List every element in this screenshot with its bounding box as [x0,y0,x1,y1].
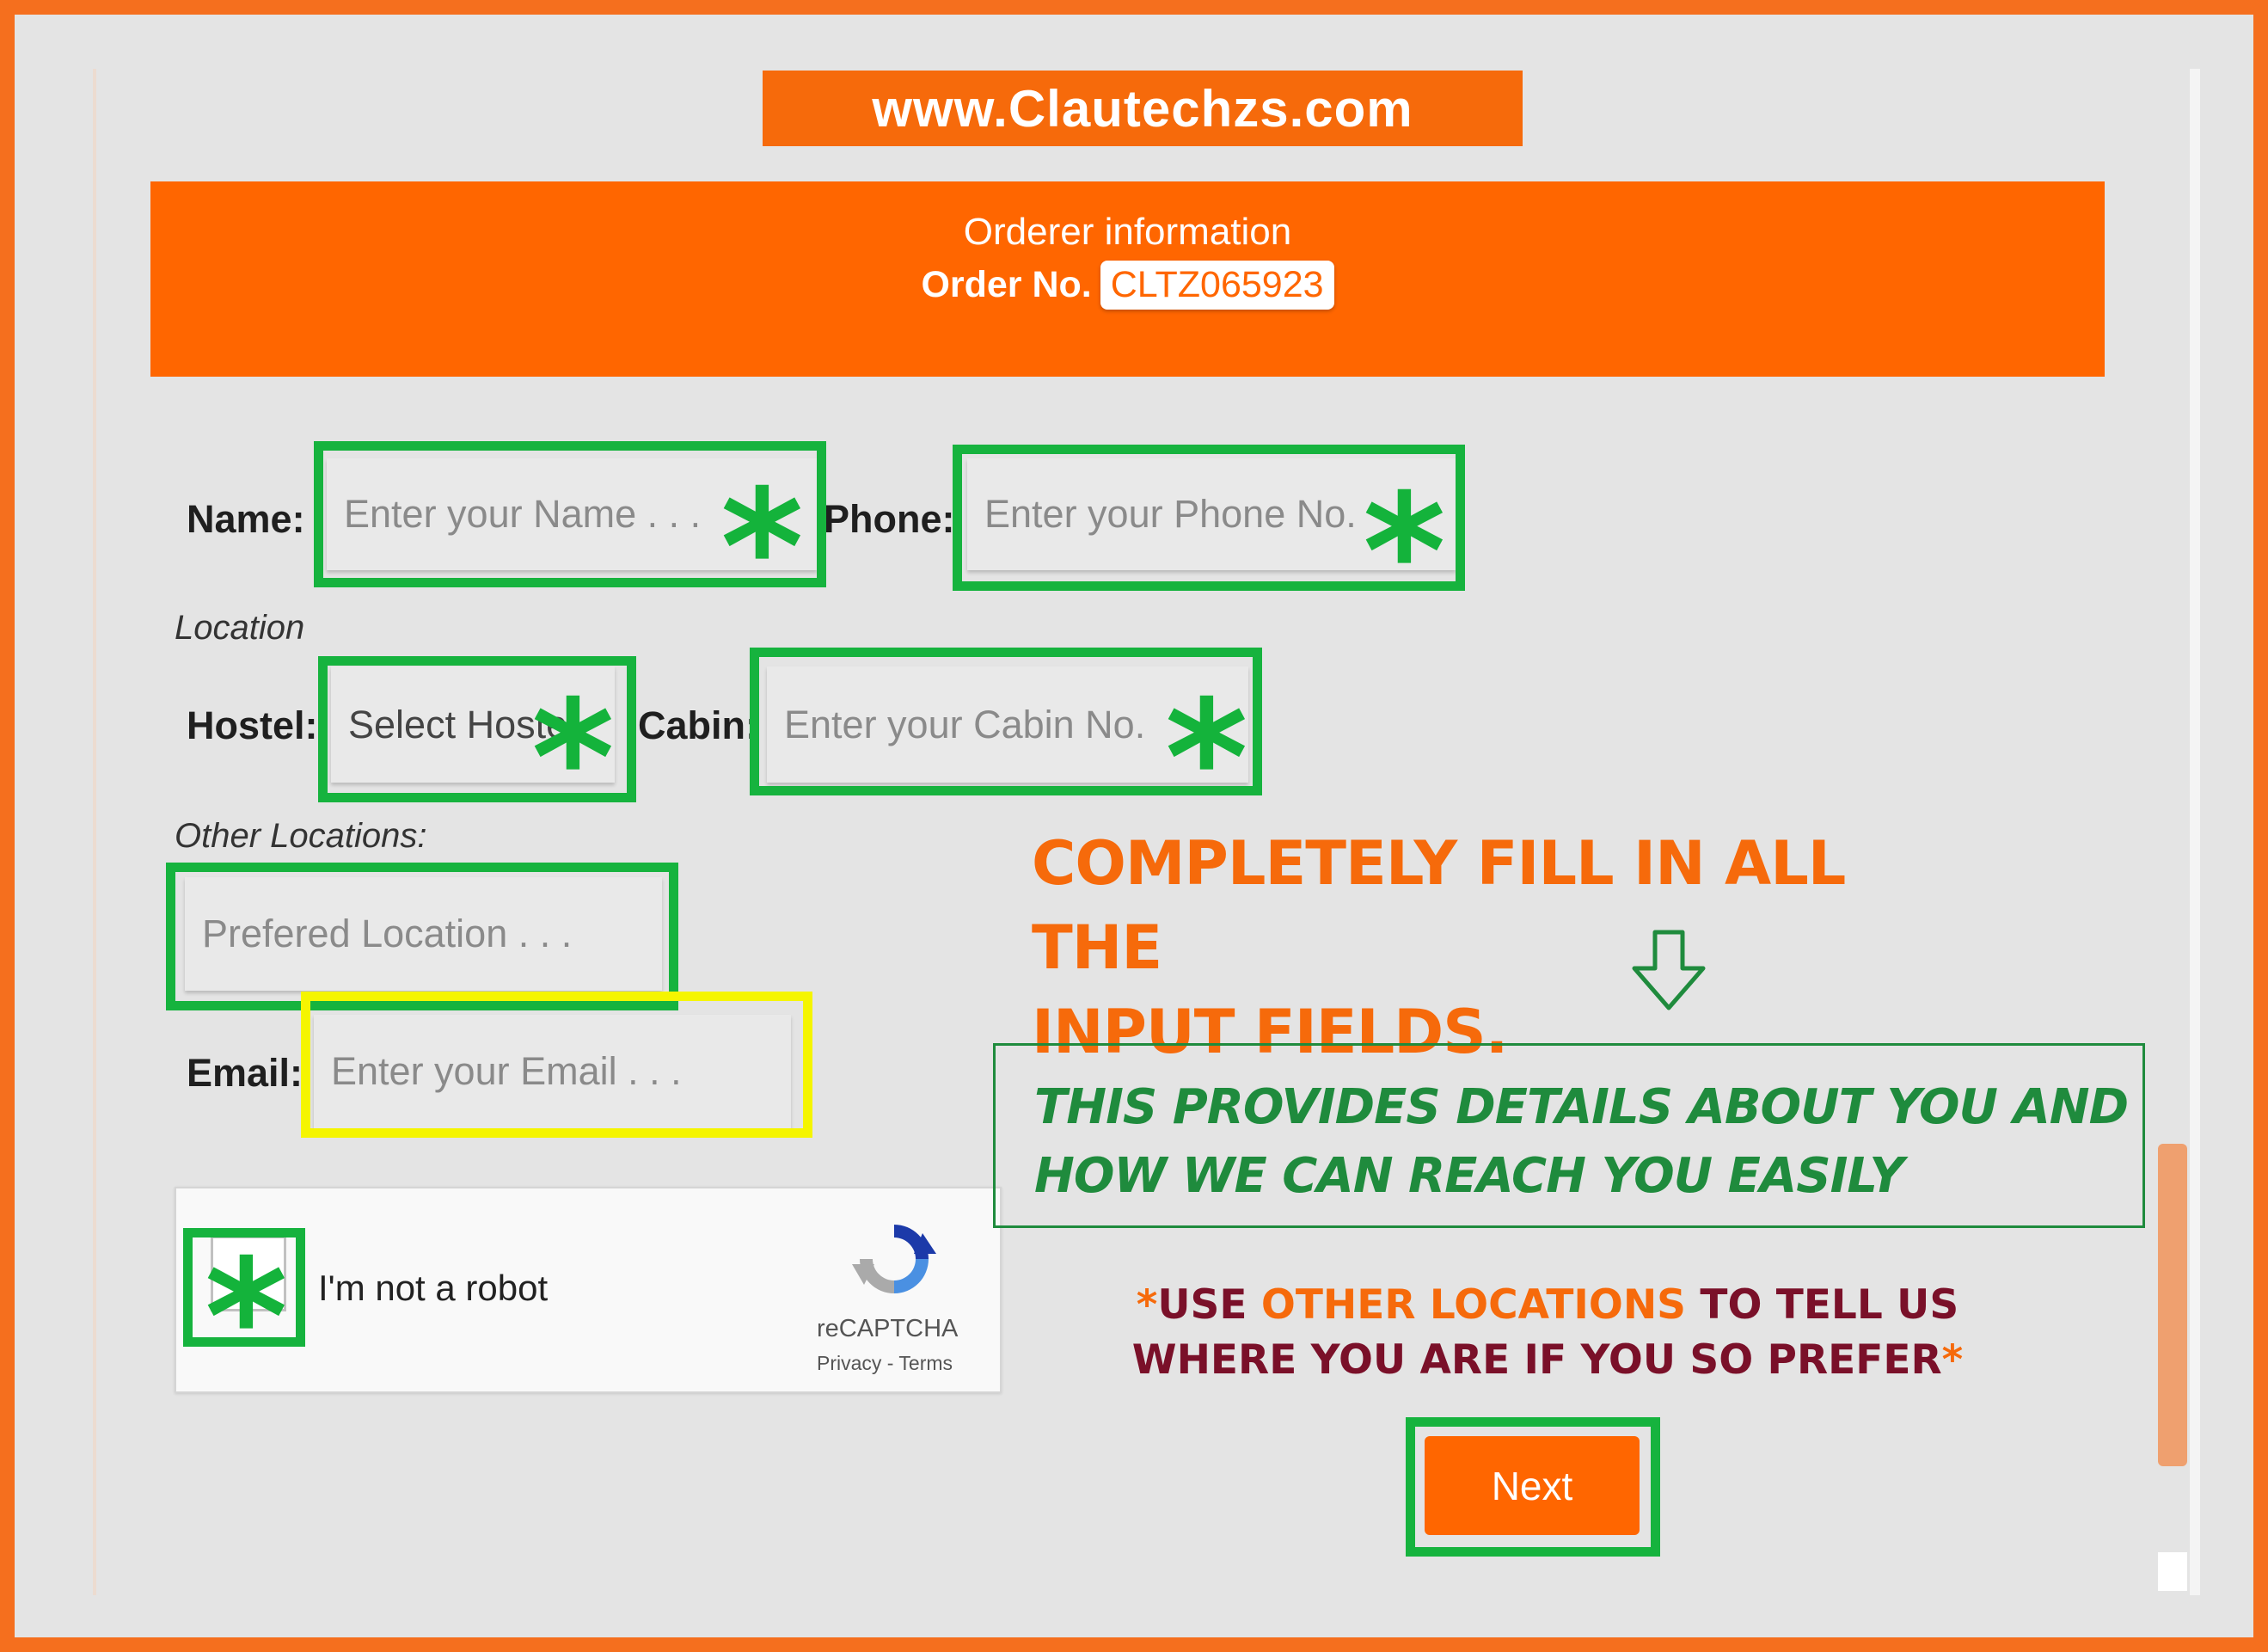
order-number-row: Order No. CLTZ065923 [150,261,2105,310]
hostel-label: Hostel: [187,703,318,747]
email-label: Email: [187,1051,303,1095]
note-star-end: * [1941,1336,1964,1384]
phone-label: Phone: [824,497,955,541]
note-use: USE [1157,1281,1261,1329]
order-label: Order No. [921,264,1092,305]
details-info-text: THIS PROVIDES DETAILS ABOUT YOU AND HOW … [1034,1073,2129,1211]
preferred-location-highlight [166,863,678,1010]
scrollbar-corner [2158,1552,2187,1591]
recaptcha-label: I'm not a robot [318,1268,549,1308]
location-heading: Location [175,609,305,647]
required-star-captcha: * [205,1225,288,1410]
note-line-2-text: WHERE YOU ARE IF YOU SO PREFER [1131,1336,1942,1384]
site-url-banner: www.Clautechzs.com [763,71,1523,146]
required-star-hostel: * [531,666,615,851]
note-other-locations: OTHER LOCATIONS [1260,1281,1687,1329]
orderer-header: Orderer information Order No. CLTZ065923 [150,181,2105,377]
name-label: Name: [187,497,305,541]
cabin-label: Cabin: [638,703,758,747]
other-locations-heading: Other Locations: [175,817,427,855]
header-title: Orderer information [963,211,1292,253]
details-info-box: THIS PROVIDES DETAILS ABOUT YOU AND HOW … [993,1043,2145,1228]
recaptcha-links[interactable]: Privacy - Terms [817,1352,953,1375]
recaptcha-logo-icon [852,1225,936,1293]
down-arrow-icon [1632,930,1706,1010]
info-line-1: THIS PROVIDES DETAILS ABOUT YOU AND [1034,1079,2129,1135]
required-star-name: * [720,455,804,641]
note-rest: TO TELL US [1686,1281,1959,1329]
other-locations-note: *USE OTHER LOCATIONS TO TELL US WHERE YO… [1032,1278,2063,1388]
note-line-2: WHERE YOU ARE IF YOU SO PREFER* [1032,1333,2063,1388]
instruction-line-1: COMPLETELY FILL IN ALL THE [1032,828,1846,983]
fill-all-fields-instruction: COMPLETELY FILL IN ALL THE INPUT FIELDS. [1032,821,1977,1074]
required-star-cabin: * [1165,666,1248,851]
order-number-badge: CLTZ065923 [1100,261,1334,310]
panel-left-edge [93,69,96,1595]
scrollbar-thumb[interactable] [2158,1144,2187,1466]
next-highlight [1406,1417,1660,1557]
info-line-2: HOW WE CAN REACH YOU EASILY [1034,1148,1904,1204]
note-line-1: *USE OTHER LOCATIONS TO TELL US [1032,1278,2063,1333]
required-star-phone: * [1363,459,1446,645]
recaptcha-brand: reCAPTCHA [817,1315,959,1342]
panel-right-edge [2190,69,2200,1595]
note-star-start: * [1136,1281,1158,1329]
email-highlight [301,992,812,1138]
